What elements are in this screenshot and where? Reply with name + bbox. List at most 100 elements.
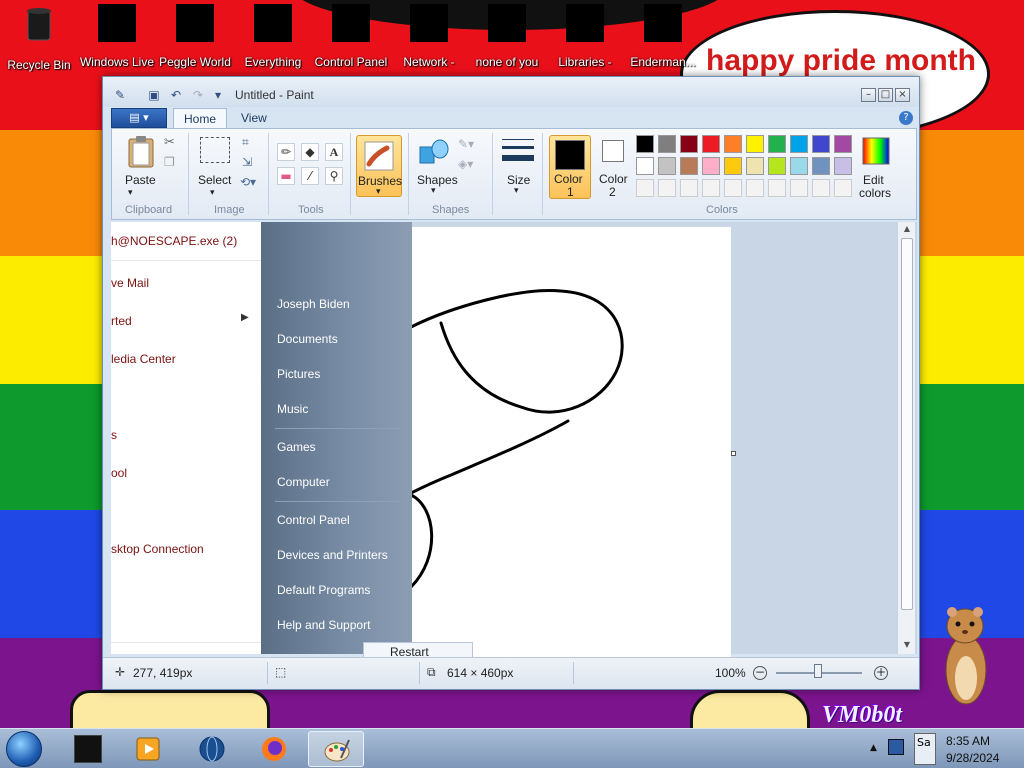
start-menu-pictures-item[interactable]: Pictures bbox=[277, 367, 320, 381]
brushes-button[interactable]: Brushes ▾ bbox=[356, 135, 402, 197]
canvas-resize-handle[interactable] bbox=[731, 451, 736, 456]
start-menu-user-item[interactable]: Joseph Biden bbox=[277, 297, 350, 311]
maximize-button[interactable]: □ bbox=[878, 88, 893, 102]
close-button[interactable]: × bbox=[895, 88, 910, 102]
scrollbar-thumb[interactable] bbox=[901, 238, 913, 610]
palette-swatch[interactable] bbox=[834, 157, 852, 175]
palette-empty-swatch[interactable] bbox=[658, 179, 676, 197]
start-menu-program-item[interactable]: s bbox=[111, 428, 117, 442]
zoom-out-button[interactable]: − bbox=[753, 666, 767, 680]
desktop-icon-everything[interactable]: Everything bbox=[234, 4, 312, 69]
desktop-icon-enderman[interactable]: Enderman... bbox=[624, 4, 702, 69]
size-dropdown-icon[interactable]: ▾ bbox=[514, 185, 519, 196]
palette-swatch[interactable] bbox=[812, 157, 830, 175]
resize-icon[interactable]: ⇲ bbox=[242, 155, 252, 169]
color2-label-line1[interactable]: Color bbox=[599, 172, 628, 186]
palette-swatch[interactable] bbox=[790, 135, 808, 153]
paste-dropdown-icon[interactable]: ▾ bbox=[128, 187, 133, 198]
cut-icon[interactable]: ✂ bbox=[164, 135, 175, 150]
start-menu-program-item[interactable]: sktop Connection bbox=[111, 542, 204, 556]
size-icon[interactable] bbox=[502, 137, 534, 165]
start-menu-games-item[interactable]: Games bbox=[277, 440, 316, 454]
paste-icon[interactable] bbox=[126, 135, 156, 169]
color-picker-icon[interactable]: ⁄ bbox=[301, 167, 319, 185]
palette-swatch[interactable] bbox=[658, 135, 676, 153]
undo-icon[interactable]: ↶ bbox=[169, 88, 183, 102]
palette-empty-swatch[interactable] bbox=[812, 179, 830, 197]
rotate-icon[interactable]: ⟲▾ bbox=[240, 175, 256, 189]
desktop-icon-peggle-world[interactable]: Peggle World bbox=[156, 4, 234, 69]
fill-icon[interactable]: ◆ bbox=[301, 143, 319, 161]
palette-empty-swatch[interactable] bbox=[680, 179, 698, 197]
edit-colors-label-line2[interactable]: colors bbox=[859, 186, 891, 200]
desktop-icon-windows-live[interactable]: Windows Live bbox=[78, 4, 156, 69]
save-icon[interactable]: ▣ bbox=[147, 88, 161, 102]
shapes-dropdown-icon[interactable]: ▾ bbox=[431, 185, 436, 196]
palette-swatch[interactable] bbox=[790, 157, 808, 175]
palette-empty-swatch[interactable] bbox=[724, 179, 742, 197]
palette-swatch[interactable] bbox=[702, 157, 720, 175]
select-icon[interactable] bbox=[200, 137, 230, 163]
palette-swatch[interactable] bbox=[702, 135, 720, 153]
start-menu-devices-item[interactable]: Devices and Printers bbox=[277, 548, 388, 562]
start-menu-control-panel-item[interactable]: Control Panel bbox=[277, 513, 350, 527]
start-menu-documents-item[interactable]: Documents bbox=[277, 332, 338, 346]
start-menu-program-item[interactable]: ledia Center bbox=[111, 352, 176, 366]
paste-button[interactable]: Paste bbox=[125, 173, 156, 187]
customize-quick-access-icon[interactable]: ▾ bbox=[211, 88, 225, 102]
color1-button[interactable]: Color 1 bbox=[549, 135, 591, 199]
desktop-icon-none-of-you[interactable]: none of you bbox=[468, 4, 546, 69]
taskbar-item-paint[interactable] bbox=[308, 731, 364, 767]
redo-icon[interactable]: ↷ bbox=[191, 88, 205, 102]
vertical-scrollbar[interactable]: ▲ ▼ bbox=[897, 222, 915, 654]
start-menu-music-item[interactable]: Music bbox=[277, 402, 308, 416]
edit-colors-icon[interactable] bbox=[862, 137, 890, 165]
taskbar-item-1[interactable] bbox=[60, 731, 116, 767]
start-menu-program-item[interactable]: h@NOESCAPE.exe (2) bbox=[111, 234, 237, 248]
text-icon[interactable]: A bbox=[325, 143, 343, 161]
fill-style-icon[interactable]: ◈▾ bbox=[458, 157, 473, 171]
eraser-icon[interactable]: ▬ bbox=[277, 167, 295, 185]
taskbar-item-browser[interactable] bbox=[184, 731, 240, 767]
palette-swatch[interactable] bbox=[680, 135, 698, 153]
scroll-down-icon[interactable]: ▼ bbox=[901, 640, 913, 649]
drawing-canvas[interactable] bbox=[409, 227, 731, 657]
tray-popup-label[interactable]: Sa bbox=[914, 733, 936, 765]
clock-time[interactable]: 8:35 AM bbox=[946, 734, 990, 748]
shapes-icon[interactable] bbox=[418, 137, 450, 167]
start-button[interactable] bbox=[6, 731, 42, 767]
palette-swatch[interactable] bbox=[746, 135, 764, 153]
palette-swatch[interactable] bbox=[746, 157, 764, 175]
select-button[interactable]: Select bbox=[198, 173, 231, 187]
palette-swatch[interactable] bbox=[636, 135, 654, 153]
palette-swatch[interactable] bbox=[768, 157, 786, 175]
help-icon[interactable]: ? bbox=[899, 111, 913, 125]
palette-swatch[interactable] bbox=[724, 157, 742, 175]
palette-swatch[interactable] bbox=[636, 157, 654, 175]
shapes-button[interactable]: Shapes bbox=[417, 173, 458, 187]
start-menu-default-programs-item[interactable]: Default Programs bbox=[277, 583, 370, 597]
pencil-icon[interactable]: ✏ bbox=[277, 143, 295, 161]
palette-empty-swatch[interactable] bbox=[834, 179, 852, 197]
clock-date[interactable]: 9/28/2024 bbox=[946, 751, 999, 765]
zoom-in-button[interactable]: + bbox=[874, 666, 888, 680]
zoom-slider-thumb[interactable] bbox=[814, 664, 822, 678]
select-dropdown-icon[interactable]: ▾ bbox=[210, 187, 215, 198]
tab-home[interactable]: Home bbox=[173, 108, 228, 129]
palette-empty-swatch[interactable] bbox=[702, 179, 720, 197]
magnifier-icon[interactable]: ⚲ bbox=[325, 167, 343, 185]
show-hidden-icons-icon[interactable]: ▲ bbox=[870, 743, 877, 753]
palette-swatch[interactable] bbox=[768, 135, 786, 153]
start-menu-program-item[interactable]: rted bbox=[111, 314, 132, 328]
color2-swatch[interactable] bbox=[602, 140, 624, 162]
palette-empty-swatch[interactable] bbox=[636, 179, 654, 197]
title-bar[interactable]: ✎ ▣ ↶ ↷ ▾ Untitled - Paint – □ × bbox=[103, 77, 919, 107]
palette-swatch[interactable] bbox=[834, 135, 852, 153]
palette-empty-swatch[interactable] bbox=[746, 179, 764, 197]
copy-icon[interactable]: ❐ bbox=[164, 155, 175, 169]
taskbar-item-firefox[interactable] bbox=[246, 731, 302, 767]
start-menu-help-item[interactable]: Help and Support bbox=[277, 618, 370, 632]
palette-swatch[interactable] bbox=[812, 135, 830, 153]
color2-label-line2[interactable]: 2 bbox=[609, 185, 616, 199]
paint-app-icon[interactable]: ✎ bbox=[113, 88, 127, 102]
